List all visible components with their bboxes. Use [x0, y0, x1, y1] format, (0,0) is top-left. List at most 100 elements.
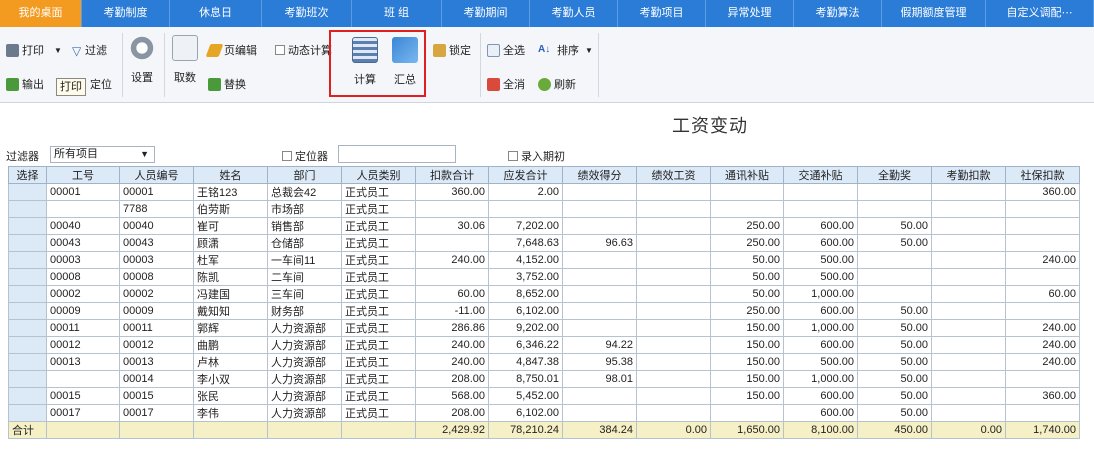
table-cell[interactable]: [636, 251, 711, 269]
table-cell[interactable]: [488, 200, 563, 218]
table-cell[interactable]: [562, 217, 637, 235]
table-cell[interactable]: 500.00: [783, 251, 858, 269]
table-cell[interactable]: 208.00: [415, 404, 489, 422]
row-select-cell[interactable]: [8, 353, 47, 371]
table-cell[interactable]: [710, 404, 784, 422]
table-cell[interactable]: 240.00: [1005, 336, 1080, 354]
table-cell[interactable]: 正式员工: [341, 268, 416, 286]
table-cell[interactable]: 50.00: [857, 217, 932, 235]
locator-input[interactable]: [338, 145, 456, 163]
table-cell[interactable]: 杜军: [193, 251, 268, 269]
table-cell[interactable]: 50.00: [857, 404, 932, 422]
row-select-cell[interactable]: [8, 319, 47, 337]
table-cell[interactable]: [636, 217, 711, 235]
table-row[interactable]: 00009 00009 戴知知 财务部 正式员工 -11.00 6,102.00 250.00…: [8, 302, 1080, 320]
row-select-cell[interactable]: [8, 251, 47, 269]
table-cell[interactable]: 1,000.00: [783, 370, 858, 388]
table-cell[interactable]: [562, 319, 637, 337]
tab-exceptions[interactable]: 异常处理: [706, 0, 794, 27]
table-cell[interactable]: [562, 251, 637, 269]
table-cell[interactable]: [636, 353, 711, 371]
column-header[interactable]: 姓名: [193, 166, 268, 184]
row-select-cell[interactable]: [8, 302, 47, 320]
table-cell[interactable]: 张民: [193, 387, 268, 405]
table-cell[interactable]: 50.00: [857, 353, 932, 371]
table-row[interactable]: 00012 00012 曲鹏 人力资源部 正式员工 240.00 6,346.22 94.22…: [8, 336, 1080, 354]
table-cell[interactable]: 7,648.63: [488, 234, 563, 252]
table-cell[interactable]: 1,000.00: [783, 285, 858, 303]
table-cell[interactable]: 150.00: [710, 370, 784, 388]
table-cell[interactable]: [562, 404, 637, 422]
table-cell[interactable]: 3,752.00: [488, 268, 563, 286]
table-cell[interactable]: [710, 200, 784, 218]
table-cell[interactable]: 240.00: [415, 336, 489, 354]
table-cell[interactable]: 600.00: [783, 336, 858, 354]
tab-my-desktop[interactable]: 我的桌面: [0, 0, 82, 27]
table-cell[interactable]: 伯劳斯: [193, 200, 268, 218]
table-cell[interactable]: 正式员工: [341, 183, 416, 201]
table-cell[interactable]: 150.00: [710, 319, 784, 337]
column-header[interactable]: 人员类别: [341, 166, 416, 184]
table-cell[interactable]: 94.22: [562, 336, 637, 354]
table-cell[interactable]: 00013: [46, 353, 120, 371]
table-cell[interactable]: 500.00: [783, 353, 858, 371]
table-row[interactable]: 00040 00040 崔可 销售部 正式员工 30.06 7,202.00 250.00 60…: [8, 217, 1080, 235]
table-cell[interactable]: 00043: [119, 234, 194, 252]
table-cell[interactable]: 600.00: [783, 234, 858, 252]
row-select-cell[interactable]: [8, 200, 47, 218]
table-cell[interactable]: [636, 387, 711, 405]
row-select-cell[interactable]: [8, 370, 47, 388]
column-header[interactable]: 绩效得分: [562, 166, 637, 184]
table-cell[interactable]: [857, 200, 932, 218]
row-select-cell[interactable]: [8, 268, 47, 286]
table-cell[interactable]: 2.00: [488, 183, 563, 201]
table-cell[interactable]: 00011: [46, 319, 120, 337]
row-select-cell[interactable]: [8, 183, 47, 201]
table-cell[interactable]: 150.00: [710, 387, 784, 405]
table-cell[interactable]: [1005, 217, 1080, 235]
table-cell[interactable]: [636, 319, 711, 337]
table-cell[interactable]: 人力资源部: [267, 319, 342, 337]
table-cell[interactable]: 冯建国: [193, 285, 268, 303]
table-cell[interactable]: 600.00: [783, 217, 858, 235]
entry-period-checkbox[interactable]: 录入期初: [508, 148, 565, 164]
table-cell[interactable]: [636, 404, 711, 422]
table-row[interactable]: 00043 00043 顾潇 仓储部 正式员工 7,648.63 96.63 250.00 60…: [8, 234, 1080, 252]
lock-button[interactable]: 锁定: [433, 42, 471, 58]
row-select-cell[interactable]: [8, 217, 47, 235]
table-cell[interactable]: 240.00: [1005, 353, 1080, 371]
table-cell[interactable]: [931, 319, 1006, 337]
table-cell[interactable]: [562, 285, 637, 303]
table-cell[interactable]: 人力资源部: [267, 353, 342, 371]
tab-algorithms[interactable]: 考勤算法: [794, 0, 882, 27]
tab-attendance-policy[interactable]: 考勤制度: [82, 0, 170, 27]
table-row[interactable]: 00015 00015 张民 人力资源部 正式员工 568.00 5,452.00 150.0…: [8, 387, 1080, 405]
table-cell[interactable]: [562, 268, 637, 286]
table-cell[interactable]: [636, 336, 711, 354]
table-cell[interactable]: 正式员工: [341, 336, 416, 354]
calculate-button[interactable]: 计算: [352, 37, 378, 87]
tab-rest-days[interactable]: 休息日: [170, 0, 262, 27]
column-header[interactable]: 人员编号: [119, 166, 194, 184]
table-cell[interactable]: 500.00: [783, 268, 858, 286]
select-all-button[interactable]: 全选: [487, 42, 525, 58]
table-cell[interactable]: [857, 268, 932, 286]
table-cell[interactable]: 00002: [46, 285, 120, 303]
table-cell[interactable]: [636, 234, 711, 252]
table-cell[interactable]: [931, 200, 1006, 218]
table-cell[interactable]: 总裁会42: [267, 183, 342, 201]
table-cell[interactable]: [1005, 234, 1080, 252]
table-cell[interactable]: [857, 285, 932, 303]
table-cell[interactable]: 50.00: [857, 234, 932, 252]
table-cell[interactable]: [931, 285, 1006, 303]
table-cell[interactable]: [783, 183, 858, 201]
table-cell[interactable]: 150.00: [710, 353, 784, 371]
column-header[interactable]: 应发合计: [488, 166, 563, 184]
table-cell[interactable]: 00003: [46, 251, 120, 269]
column-header[interactable]: 工号: [46, 166, 120, 184]
table-row[interactable]: 00002 00002 冯建国 三车间 正式员工 60.00 8,652.00 50.00 1,…: [8, 285, 1080, 303]
table-cell[interactable]: [1005, 404, 1080, 422]
tab-items[interactable]: 考勤项目: [618, 0, 706, 27]
table-row[interactable]: 00014 李小双 人力资源部 正式员工 208.00 8,750.01 98.01 150.…: [8, 370, 1080, 388]
table-cell[interactable]: 曲鹏: [193, 336, 268, 354]
